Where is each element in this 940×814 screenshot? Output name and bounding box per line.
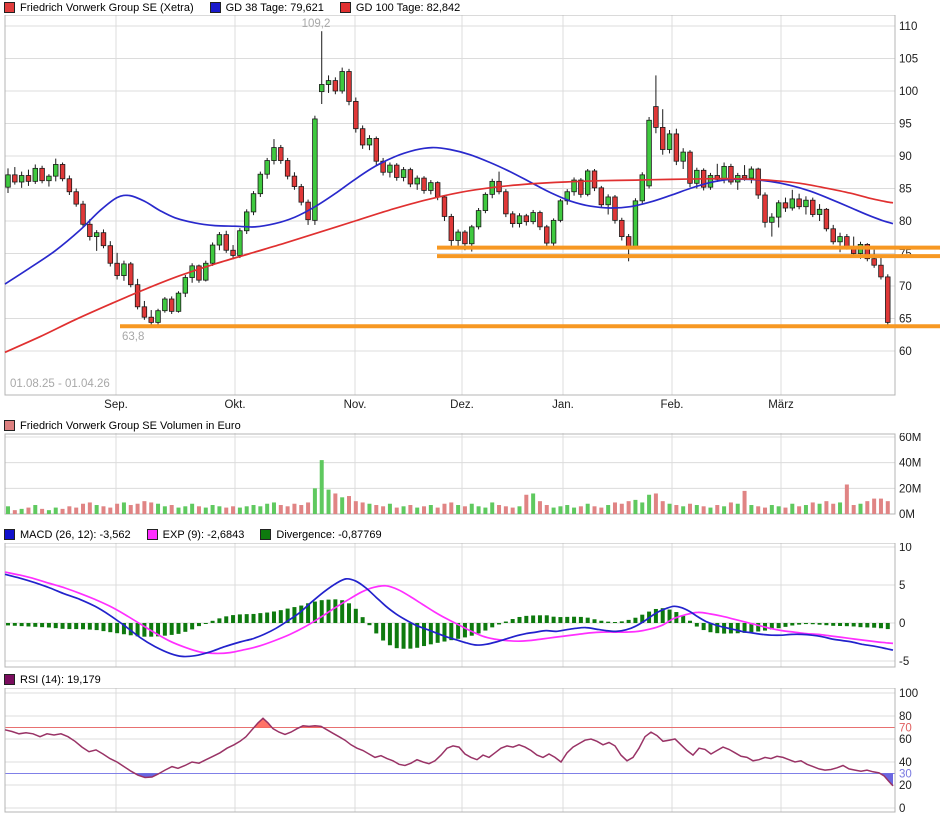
legend-label: GD 38 Tage: 79,621: [226, 2, 324, 14]
volume-swatch-icon: [4, 420, 15, 431]
svg-text:70: 70: [899, 281, 912, 293]
legend-item-divergence: Divergence: -0,87769: [260, 529, 381, 541]
svg-text:40: 40: [899, 757, 912, 769]
legend-label: Friedrich Vorwerk Group SE (Xetra): [20, 2, 194, 14]
svg-text:60: 60: [899, 346, 912, 358]
svg-text:5: 5: [899, 580, 905, 592]
macd-swatch-icon: [4, 529, 15, 540]
rsi-chart-svg: 100 807060 403020 0: [0, 688, 940, 814]
svg-text:Sep.: Sep.: [104, 399, 128, 411]
price-chart-svg: 1101051009590858075706560Sep.Okt.Nov.Dez…: [0, 15, 940, 413]
legend-item-gd38: GD 38 Tage: 79,621: [210, 2, 324, 14]
svg-text:Okt.: Okt.: [224, 399, 245, 411]
exp-swatch-icon: [147, 529, 158, 540]
svg-text:0: 0: [899, 618, 905, 630]
legend-label: MACD (26, 12): -3,562: [20, 529, 131, 541]
svg-text:110: 110: [899, 21, 917, 33]
svg-text:70: 70: [899, 723, 912, 735]
svg-text:Dez.: Dez.: [450, 399, 474, 411]
svg-text:60M: 60M: [899, 433, 921, 444]
legend-item-rsi: RSI (14): 19,179: [4, 674, 101, 686]
svg-text:20M: 20M: [899, 483, 921, 495]
legend-item-gd100: GD 100 Tage: 82,842: [340, 2, 460, 14]
svg-text:Nov.: Nov.: [344, 399, 367, 411]
legend-label: Friedrich Vorwerk Group SE Volumen in Eu…: [20, 420, 241, 432]
series-swatch-icon: [4, 2, 15, 13]
price-legend: Friedrich Vorwerk Group SE (Xetra) GD 38…: [4, 1, 460, 14]
svg-text:60: 60: [899, 734, 912, 746]
gd38-swatch-icon: [210, 2, 221, 13]
rsi-swatch-icon: [4, 674, 15, 685]
svg-text:63,8: 63,8: [122, 331, 144, 343]
divergence-swatch-icon: [260, 529, 271, 540]
svg-text:Feb.: Feb.: [660, 399, 683, 411]
svg-text:105: 105: [899, 54, 918, 66]
legend-label: Divergence: -0,87769: [276, 529, 381, 541]
svg-text:80: 80: [899, 216, 912, 228]
svg-text:0: 0: [899, 803, 905, 814]
svg-text:Jan.: Jan.: [552, 399, 574, 411]
svg-text:20: 20: [899, 780, 912, 792]
macd-chart-svg: 10 5 0 -5: [0, 543, 940, 673]
legend-label: GD 100 Tage: 82,842: [356, 2, 460, 14]
svg-text:März: März: [768, 399, 794, 411]
svg-text:30: 30: [899, 769, 912, 781]
svg-text:40M: 40M: [899, 458, 921, 470]
volume-chart-svg: 60M 40M 20M 0M: [0, 433, 940, 525]
svg-text:109,2: 109,2: [302, 18, 331, 30]
svg-text:80: 80: [899, 711, 912, 723]
legend-item-instrument: Friedrich Vorwerk Group SE (Xetra): [4, 2, 194, 14]
svg-text:100: 100: [899, 688, 918, 700]
volume-legend: Friedrich Vorwerk Group SE Volumen in Eu…: [4, 419, 241, 432]
svg-text:65: 65: [899, 314, 912, 326]
legend-label: EXP (9): -2,6843: [163, 529, 245, 541]
svg-text:100: 100: [899, 86, 918, 98]
macd-legend: MACD (26, 12): -3,562 EXP (9): -2,6843 D…: [4, 528, 382, 541]
legend-label: RSI (14): 19,179: [20, 674, 101, 686]
svg-text:10: 10: [899, 543, 912, 554]
svg-text:01.08.25 - 01.04.26: 01.08.25 - 01.04.26: [10, 378, 110, 390]
svg-text:0M: 0M: [899, 509, 915, 521]
stock-chart-page: Friedrich Vorwerk Group SE (Xetra) GD 38…: [0, 0, 940, 814]
legend-item-volume: Friedrich Vorwerk Group SE Volumen in Eu…: [4, 420, 241, 432]
svg-text:90: 90: [899, 151, 912, 163]
gd100-swatch-icon: [340, 2, 351, 13]
svg-text:85: 85: [899, 184, 912, 196]
svg-text:-5: -5: [899, 656, 909, 668]
legend-item-macd: MACD (26, 12): -3,562: [4, 529, 131, 541]
legend-item-exp: EXP (9): -2,6843: [147, 529, 245, 541]
svg-text:95: 95: [899, 119, 912, 131]
rsi-legend: RSI (14): 19,179: [4, 673, 101, 686]
